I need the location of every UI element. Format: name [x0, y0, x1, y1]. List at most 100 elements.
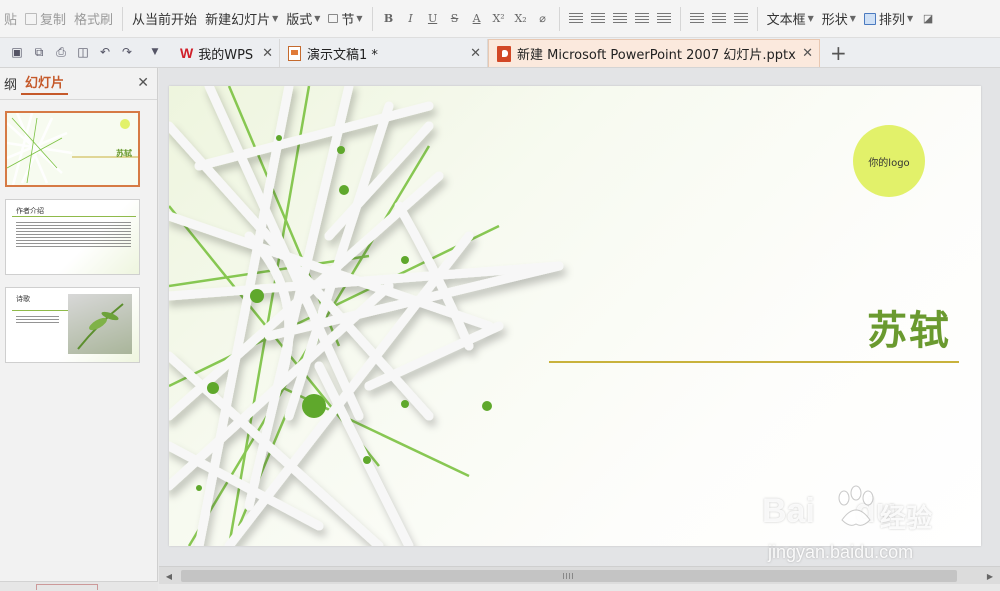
print-preview-icon[interactable]: ◫ — [72, 41, 94, 63]
tab-slides[interactable]: 幻灯片 — [21, 72, 69, 95]
quick-access-toolbar: ▣ ⧉ ⎙ ◫ ↶ ↷ ▼ — [0, 37, 166, 67]
line-spacing-icon[interactable] — [689, 13, 704, 24]
panel-tabs: 纲 幻灯片 ✕ — [0, 68, 157, 100]
superscript-button[interactable]: X² — [488, 8, 510, 30]
print-icon[interactable]: ⎙ — [50, 41, 72, 63]
new-slide-button[interactable]: 新建幻灯片 ▼ — [201, 6, 282, 32]
align-left-icon[interactable] — [568, 13, 583, 24]
save-as-icon[interactable]: ⧉ — [28, 41, 50, 63]
logo-placeholder[interactable]: 你的logo — [853, 125, 925, 197]
close-icon[interactable]: ✕ — [262, 46, 273, 61]
chevron-down-icon: ▼ — [906, 14, 914, 23]
title-underline — [549, 361, 959, 363]
tab-label: 我的WPS — [198, 47, 254, 63]
watermark-url: jingyan.baidu.com — [768, 542, 914, 562]
chevron-down-icon: ▼ — [807, 14, 814, 23]
clear-format-icon[interactable]: ⌀ — [532, 8, 554, 30]
scroll-left-icon[interactable]: ◀ — [163, 570, 175, 582]
new-tab-button[interactable]: + — [820, 39, 857, 67]
close-icon[interactable]: ✕ — [802, 46, 813, 61]
format-painter-label: 格式刷 — [74, 13, 114, 28]
arrange-label: 排列 — [878, 13, 905, 28]
thumb-title: 作者介绍 — [16, 207, 44, 215]
chevron-down-icon: ▼ — [849, 14, 856, 23]
slide-thumbnail-1[interactable]: 苏轼 — [5, 111, 140, 187]
section-label: 节 — [341, 13, 355, 28]
logo-text: 你的logo — [868, 157, 910, 169]
paste-button[interactable]: 贴 — [0, 6, 21, 32]
indent-icon[interactable] — [711, 13, 726, 24]
ppt-file-icon — [497, 45, 511, 62]
save-icon[interactable]: ▣ — [6, 41, 28, 63]
paw-icon — [838, 485, 874, 526]
panel-footer — [0, 581, 158, 591]
tab-my-wps[interactable]: W 我的WPS ✕ — [172, 39, 280, 67]
align-right-icon[interactable] — [612, 13, 627, 24]
format-painter-button[interactable]: 格式刷 — [70, 6, 117, 32]
ribbon-toolbar: 贴 复制 格式刷 从当前开始 新建幻灯片 ▼ 版式 ▼ 节 ▼ B I U S A X… — [0, 0, 1000, 38]
more-icon[interactable]: ◪ — [917, 8, 939, 30]
distribute-icon[interactable] — [656, 13, 671, 24]
divider — [122, 6, 124, 31]
chevron-down-icon: ▼ — [314, 14, 321, 23]
chevron-down-icon: ▼ — [272, 14, 279, 23]
tab-pptx-file[interactable]: 新建 Microsoft PowerPoint 2007 幻灯片.pptx ✕ — [488, 39, 820, 67]
copy-label: 复制 — [40, 13, 67, 28]
italic-button[interactable]: I — [400, 8, 422, 30]
textbox-label: 文本框 — [766, 13, 806, 28]
tab-outline[interactable]: 纲 — [0, 74, 21, 93]
paste-label: 贴 — [4, 13, 18, 28]
divider — [558, 6, 560, 31]
slide-title[interactable]: 苏轼 — [867, 298, 951, 356]
section-button[interactable]: 节 ▼ — [324, 6, 366, 32]
from-current-button[interactable]: 从当前开始 — [128, 6, 201, 32]
slide-thumbnail-3[interactable]: 诗歌 — [5, 287, 140, 363]
baidu-jingyan-watermark: Bai du 经验 jingyan.baidu.com — [762, 485, 962, 572]
copy-button[interactable]: 复制 — [21, 6, 70, 32]
layout-label: 版式 — [286, 13, 313, 28]
close-icon[interactable]: ✕ — [137, 75, 149, 91]
textbox-button[interactable]: 文本框 ▼ — [763, 6, 818, 32]
wps-logo-icon: W — [180, 45, 194, 61]
from-current-label: 从当前开始 — [132, 13, 198, 28]
shape-label: 形状 — [821, 13, 848, 28]
bold-button[interactable]: B — [378, 8, 400, 30]
document-tab-bar: ▣ ⧉ ⎙ ◫ ↶ ↷ ▼ W 我的WPS ✕ 演示文稿1 * ✕ 新建 Mic… — [0, 38, 1000, 68]
scroll-right-icon[interactable]: ▶ — [984, 570, 996, 582]
watermark-cn: 经验 — [880, 504, 933, 534]
font-color-button[interactable]: A — [466, 8, 488, 30]
thumb-body-text — [16, 222, 131, 248]
underline-button[interactable]: U — [422, 8, 444, 30]
customize-dropdown-icon[interactable]: ▼ — [144, 41, 166, 63]
slide-thumbnail-panel: 纲 幻灯片 ✕ 苏轼 作者介绍 诗歌 — [0, 68, 158, 591]
outdent-icon[interactable] — [733, 13, 748, 24]
new-slide-label: 新建幻灯片 — [205, 13, 271, 28]
current-slide[interactable]: 你的logo 苏轼 — [169, 86, 981, 546]
tab-presentation-1[interactable]: 演示文稿1 * ✕ — [280, 39, 488, 67]
thumb-photo — [68, 294, 132, 354]
thumb-title: 苏轼 — [116, 149, 132, 158]
shape-button[interactable]: 形状 ▼ — [818, 6, 860, 32]
thumb-rule — [12, 216, 136, 217]
thumb-title: 诗歌 — [16, 295, 30, 303]
chevron-down-icon: ▼ — [356, 14, 363, 23]
section-icon — [328, 14, 339, 23]
grip-icon — [563, 573, 573, 579]
justify-icon[interactable] — [634, 13, 649, 24]
thumb-rule — [12, 310, 68, 311]
layout-button[interactable]: 版式 ▼ — [282, 6, 324, 32]
redo-icon[interactable]: ↷ — [116, 41, 138, 63]
document-icon — [288, 45, 301, 61]
close-icon[interactable]: ✕ — [470, 46, 481, 61]
thumb-body-text — [16, 316, 59, 325]
arrange-icon — [863, 12, 876, 25]
subscript-button[interactable]: X₂ — [510, 8, 532, 30]
slide-thumbnail-2[interactable]: 作者介绍 — [5, 199, 140, 275]
strikethrough-button[interactable]: S — [444, 8, 466, 30]
undo-icon[interactable]: ↶ — [94, 41, 116, 63]
tab-label: 演示文稿1 * — [307, 47, 378, 63]
align-center-icon[interactable] — [590, 13, 605, 24]
arrange-button[interactable]: 排列 ▼ — [860, 6, 917, 32]
divider — [371, 6, 373, 31]
divider — [756, 6, 758, 31]
